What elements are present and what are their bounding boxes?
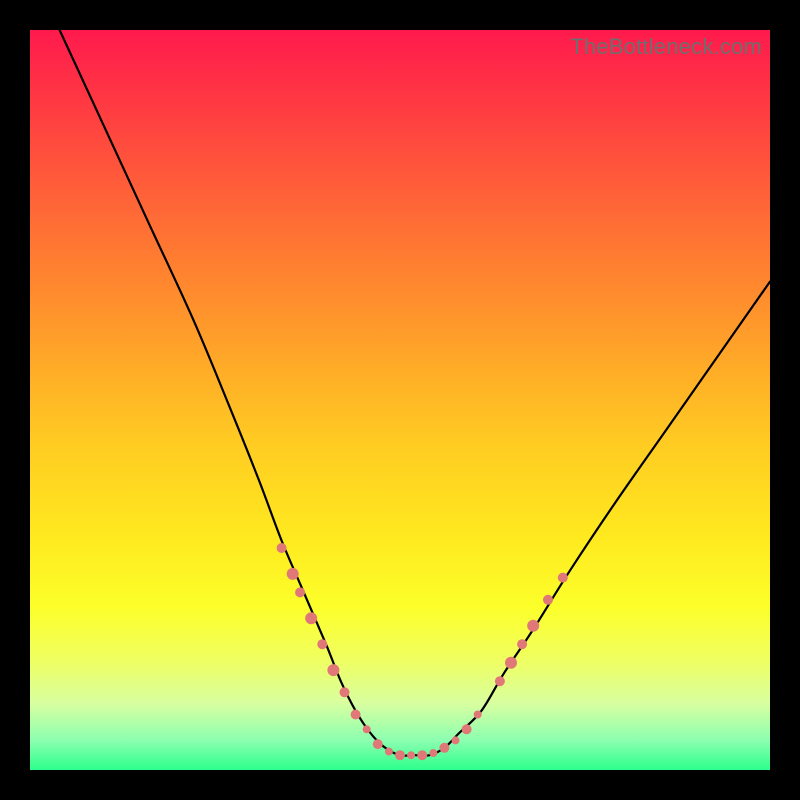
curve-marker (373, 739, 383, 749)
curve-marker (439, 743, 449, 753)
watermark-text: TheBottleneck.com (570, 34, 762, 60)
curve-marker (363, 725, 371, 733)
curve-marker (287, 568, 299, 580)
curve-marker (407, 751, 415, 759)
curve-marker (351, 710, 361, 720)
curve-marker (305, 612, 317, 624)
curve-marker (558, 573, 568, 583)
bottleneck-curve-path (60, 30, 770, 756)
curve-marker (417, 750, 427, 760)
chart-plot-area: TheBottleneck.com (30, 30, 770, 770)
curve-marker (505, 657, 517, 669)
curve-marker (474, 711, 482, 719)
curve-marker (340, 687, 350, 697)
curve-marker (395, 750, 405, 760)
curve-marker (295, 587, 305, 597)
curve-marker (429, 749, 437, 757)
curve-marker (543, 595, 553, 605)
curve-marker (495, 676, 505, 686)
curve-marker (462, 724, 472, 734)
curve-marker (517, 639, 527, 649)
curve-marker (385, 748, 393, 756)
chart-svg (30, 30, 770, 770)
curve-marker (527, 620, 539, 632)
curve-markers (277, 543, 568, 760)
curve-marker (327, 664, 339, 676)
curve-marker (452, 736, 460, 744)
curve-marker (277, 543, 287, 553)
curve-marker (317, 639, 327, 649)
